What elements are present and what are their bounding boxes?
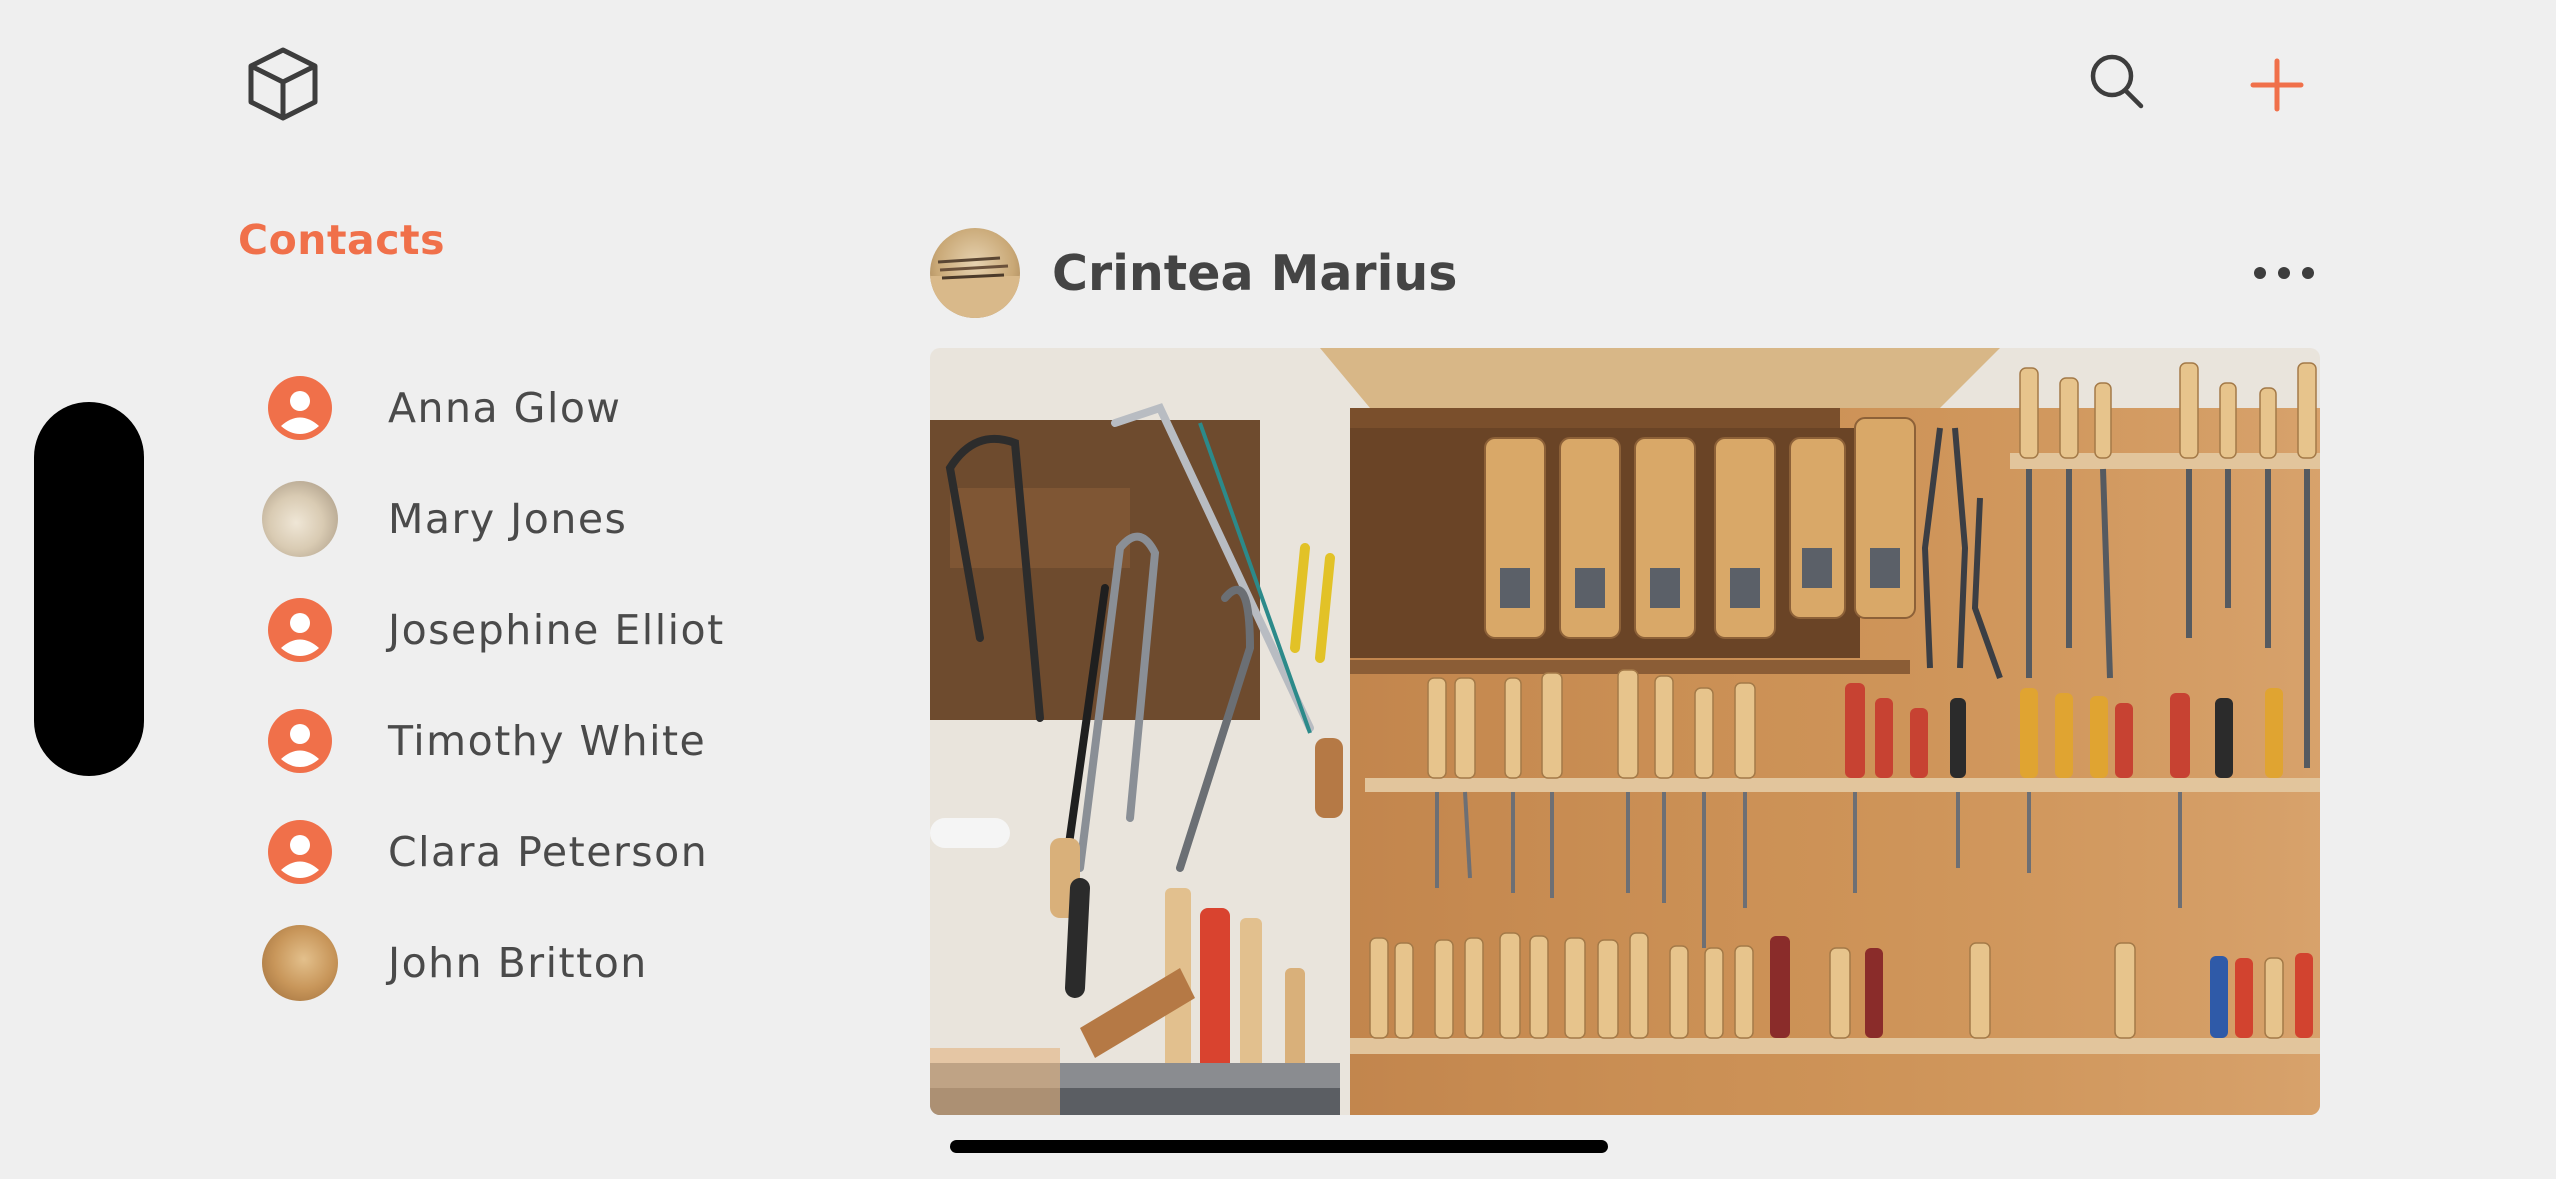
add-button[interactable] [2250, 58, 2304, 112]
person-icon [262, 370, 338, 446]
post-image[interactable] [930, 348, 2320, 1115]
home-indicator[interactable] [950, 1140, 1608, 1153]
contact-item[interactable]: Mary Jones [262, 463, 725, 574]
more-button[interactable] [2254, 253, 2314, 293]
cube-icon[interactable] [246, 46, 320, 122]
contact-name: Clara Peterson [388, 827, 709, 876]
avatar[interactable] [930, 228, 1020, 318]
contact-item[interactable]: John Britton [262, 907, 725, 1018]
post-author[interactable]: Crintea Marius [1052, 245, 1457, 302]
avatar [262, 480, 338, 557]
avatar [262, 924, 338, 1001]
contact-name: Josephine Elliot [388, 605, 725, 654]
post-header: Crintea Marius [930, 228, 2314, 318]
contact-name: Anna Glow [388, 383, 622, 432]
contact-list: Anna Glow Mary Jones Josephine Elliot Ti… [262, 352, 725, 1018]
contacts-heading: Contacts [238, 216, 446, 264]
contact-name: Timothy White [388, 716, 707, 765]
plus-icon [2250, 58, 2304, 112]
person-icon [262, 703, 338, 779]
contact-name: Mary Jones [388, 494, 628, 543]
contact-item[interactable]: Timothy White [262, 685, 725, 796]
contact-item[interactable]: Clara Peterson [262, 796, 725, 907]
person-icon [262, 592, 338, 668]
camera-housing [34, 402, 144, 776]
contact-name: John Britton [388, 938, 648, 987]
contacts-screen: Contacts Anna Glow Mary Jones Josephine … [0, 0, 2556, 1179]
contact-item[interactable]: Josephine Elliot [262, 574, 725, 685]
tools-photo [930, 348, 2320, 1115]
more-horizontal-icon [2254, 267, 2266, 279]
person-icon [262, 814, 338, 890]
contact-item[interactable]: Anna Glow [262, 352, 725, 463]
search-button[interactable] [2088, 52, 2146, 112]
search-icon [2090, 54, 2144, 109]
